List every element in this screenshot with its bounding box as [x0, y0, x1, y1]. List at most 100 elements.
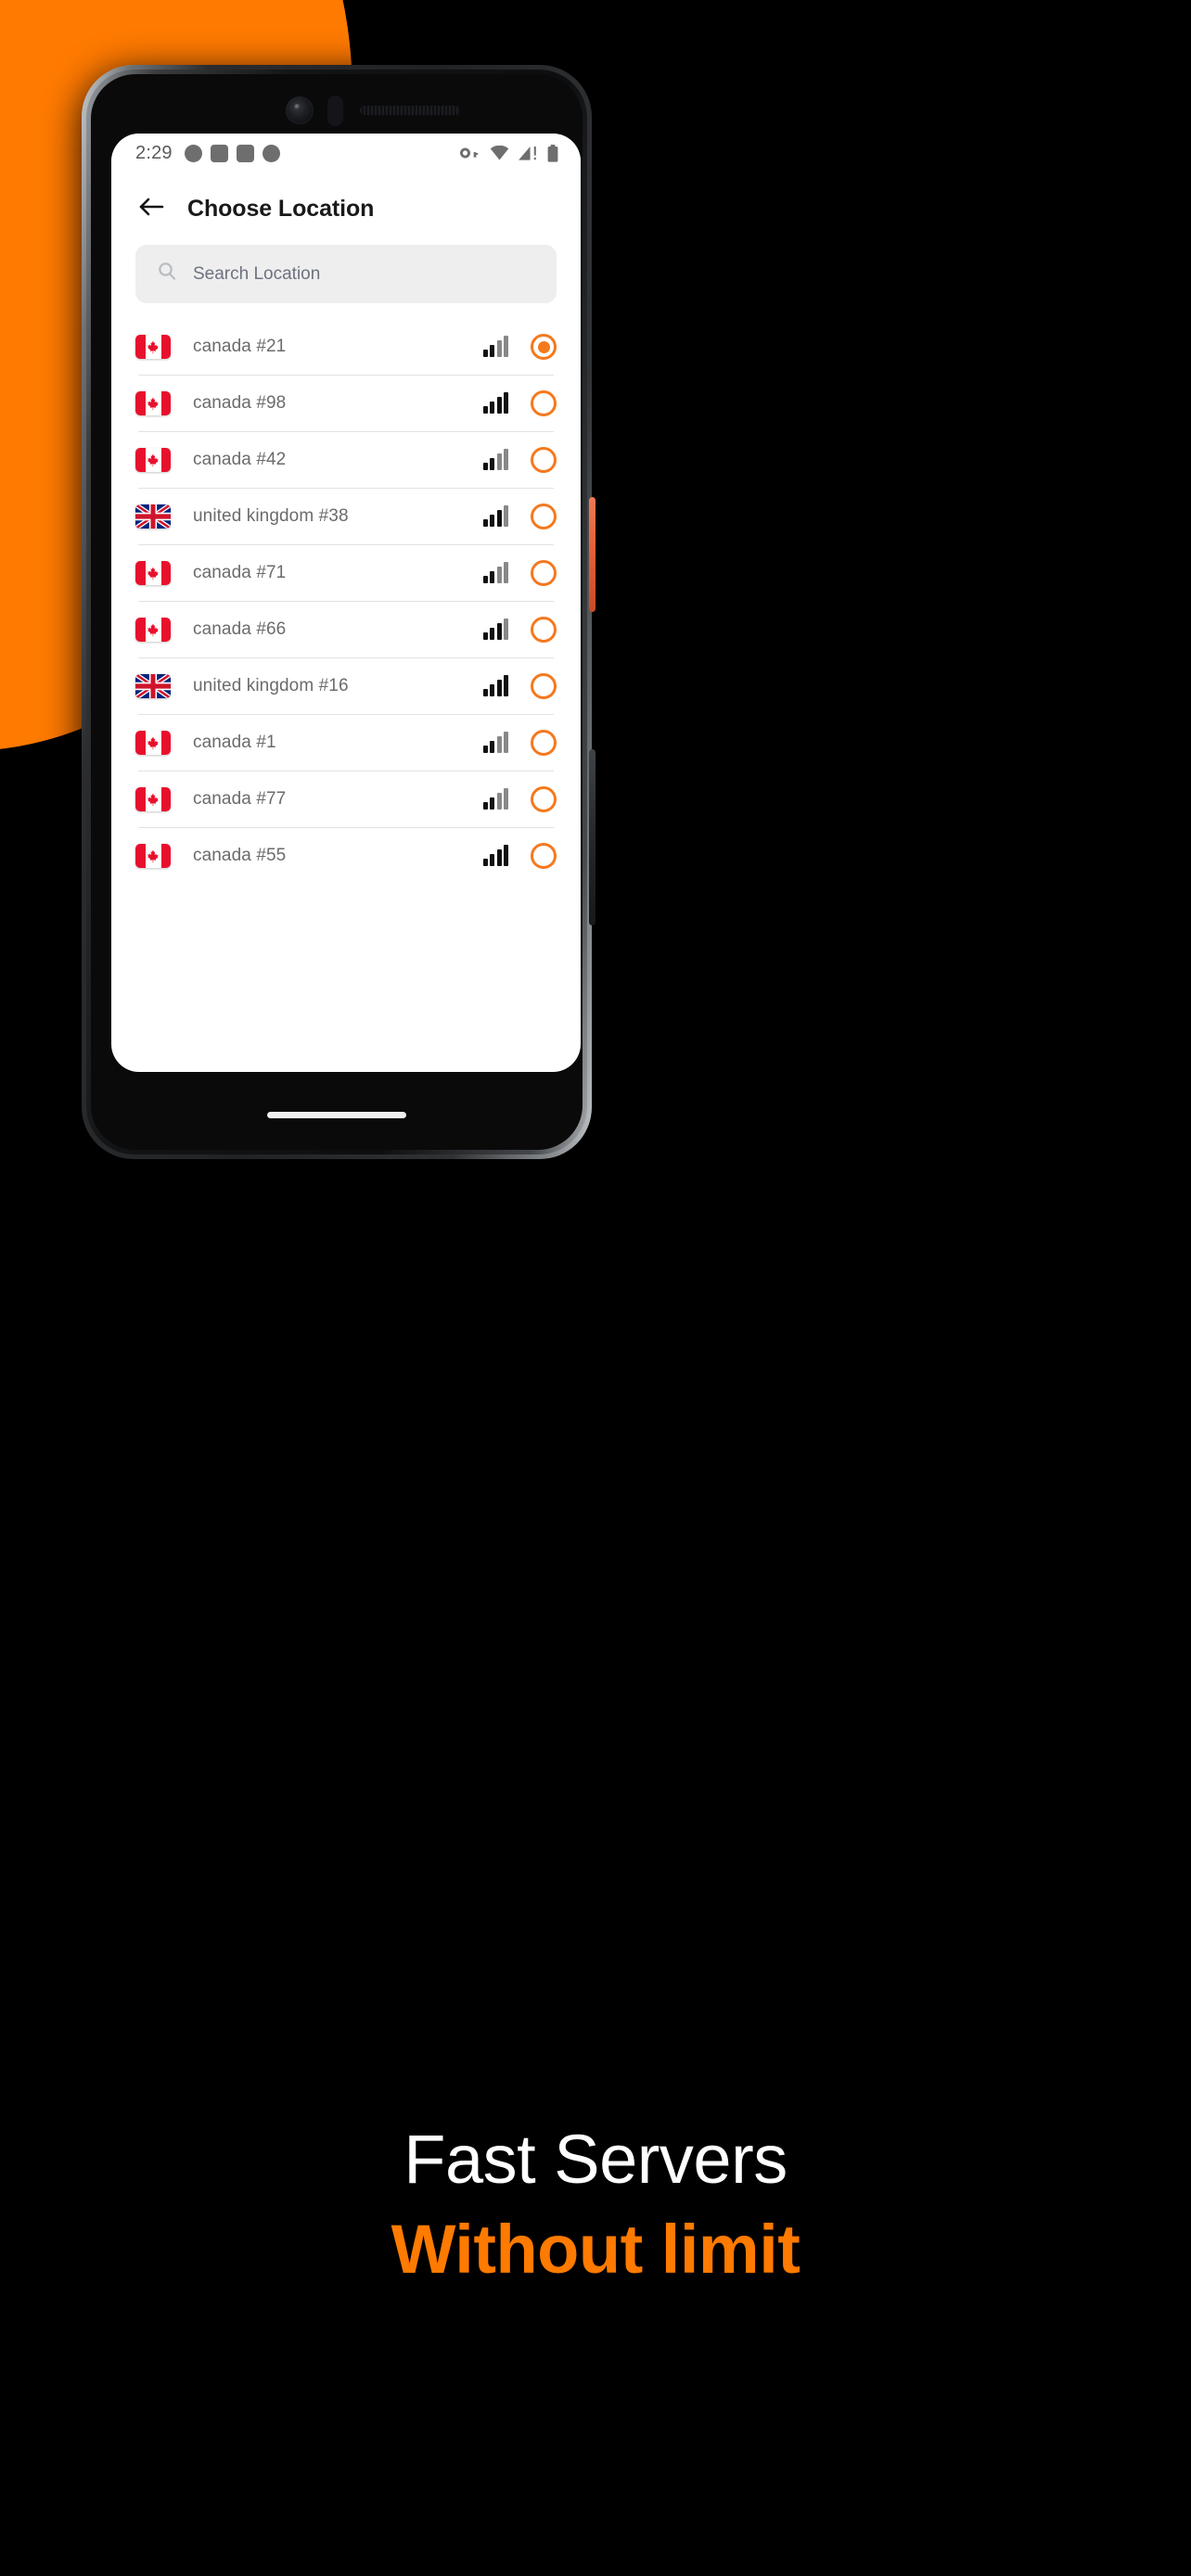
signal-bar: [496, 453, 502, 470]
server-radio-button[interactable]: [531, 730, 557, 756]
signal-bar: [496, 397, 502, 414]
signal-bar: [482, 463, 488, 470]
phone-screen: 2:29 Choose Location Search Location can…: [111, 134, 581, 1072]
signal-strength-icon: [482, 336, 508, 357]
maple-leaf-icon: [147, 453, 159, 467]
search-input[interactable]: Search Location: [135, 245, 557, 303]
signal-strength-icon: [482, 732, 508, 753]
server-name-label: canada #77: [193, 789, 287, 809]
signal-bar: [482, 859, 488, 866]
signal-bar: [490, 345, 494, 357]
signal-strength-icon: [482, 618, 508, 640]
caption-line-1: Fast Servers: [403, 2121, 788, 2198]
server-name-label: canada #98: [193, 393, 287, 413]
status-bar: 2:29: [111, 134, 581, 172]
phone-mockup: 2:29 Choose Location Search Location can…: [82, 65, 596, 1159]
server-list-item[interactable]: canada #71: [135, 545, 557, 601]
signal-strength-icon: [482, 505, 508, 527]
canada-flag-icon: [135, 787, 171, 811]
signal-bar: [504, 336, 508, 357]
server-radio-button[interactable]: [531, 447, 557, 473]
server-list-item[interactable]: united kingdom #16: [135, 658, 557, 714]
search-placeholder: Search Location: [193, 263, 321, 284]
server-list-item[interactable]: canada #1: [135, 715, 557, 771]
server-list[interactable]: canada #21 canada #98 canada #42 united kin…: [111, 319, 581, 884]
home-indicator[interactable]: [267, 1112, 406, 1118]
signal-bar: [482, 406, 488, 414]
union-jack-icon: [135, 504, 171, 529]
server-name-label: canada #66: [193, 619, 287, 639]
server-radio-button[interactable]: [531, 786, 557, 812]
server-list-item[interactable]: canada #55: [135, 828, 557, 884]
server-list-item[interactable]: canada #77: [135, 772, 557, 827]
power-button[interactable]: [589, 497, 596, 612]
search-section: Search Location: [111, 239, 581, 303]
canada-flag-icon: [135, 448, 171, 472]
server-radio-button[interactable]: [531, 843, 557, 869]
search-icon: [156, 261, 178, 287]
canada-flag-icon: [135, 561, 171, 585]
signal-bar: [496, 849, 502, 866]
signal-bar: [504, 505, 508, 527]
signal-strength-icon: [482, 449, 508, 470]
server-radio-button[interactable]: [531, 504, 557, 529]
server-list-item[interactable]: united kingdom #38: [135, 489, 557, 544]
battery-icon: [547, 144, 558, 162]
vpn-key-icon: [460, 146, 480, 160]
page-title: Choose Location: [187, 195, 375, 222]
volume-button[interactable]: [589, 749, 596, 925]
signal-bar: [490, 628, 494, 640]
signal-bar: [504, 392, 508, 414]
united-kingdom-flag-icon: [135, 674, 171, 698]
united-kingdom-flag-icon: [135, 504, 171, 529]
front-camera-icon: [286, 96, 314, 124]
signal-strength-icon: [482, 392, 508, 414]
notification-icons: [184, 144, 280, 162]
server-name-label: canada #21: [193, 337, 287, 356]
cell-signal-warning-icon: [519, 146, 538, 161]
canada-flag-icon: [135, 844, 171, 868]
signal-bar: [482, 689, 488, 696]
maple-leaf-icon: [147, 623, 159, 637]
signal-bar: [490, 571, 494, 583]
server-radio-button[interactable]: [531, 673, 557, 699]
maple-leaf-icon: [147, 849, 159, 863]
phone-body: 2:29 Choose Location Search Location can…: [91, 74, 583, 1150]
maple-leaf-icon: [147, 567, 159, 580]
server-radio-button[interactable]: [531, 617, 557, 643]
server-list-item[interactable]: canada #42: [135, 432, 557, 488]
server-list-item[interactable]: canada #21: [135, 319, 557, 375]
signal-strength-icon: [482, 845, 508, 866]
app-bar: Choose Location: [111, 172, 581, 239]
promo-caption: Fast Servers Without limit: [0, 2123, 1191, 2287]
maple-leaf-icon: [147, 793, 159, 807]
signal-bar: [482, 519, 488, 527]
proximity-sensor-icon: [327, 96, 343, 126]
server-list-item[interactable]: canada #66: [135, 602, 557, 657]
canada-flag-icon: [135, 618, 171, 642]
signal-strength-icon: [482, 675, 508, 696]
server-radio-button[interactable]: [531, 560, 557, 586]
signal-bar: [504, 449, 508, 470]
server-radio-button[interactable]: [531, 334, 557, 360]
circle-icon: [262, 144, 280, 162]
signal-bar: [504, 845, 508, 866]
signal-bar: [504, 732, 508, 753]
maple-leaf-icon: [147, 340, 159, 354]
signal-bar: [490, 741, 494, 753]
signal-bar: [496, 510, 502, 527]
signal-bar: [504, 618, 508, 640]
back-button[interactable]: [135, 193, 167, 224]
signal-bar: [496, 567, 502, 583]
canada-flag-icon: [135, 731, 171, 755]
server-list-item[interactable]: canada #98: [135, 376, 557, 431]
server-radio-button[interactable]: [531, 390, 557, 416]
square-icon: [236, 144, 254, 162]
canada-flag-icon: [135, 391, 171, 415]
square-icon: [210, 144, 228, 162]
signal-bar: [490, 402, 494, 414]
maple-leaf-icon: [147, 736, 159, 750]
signal-bar: [496, 793, 502, 810]
signal-bar: [490, 515, 494, 527]
signal-strength-icon: [482, 788, 508, 810]
